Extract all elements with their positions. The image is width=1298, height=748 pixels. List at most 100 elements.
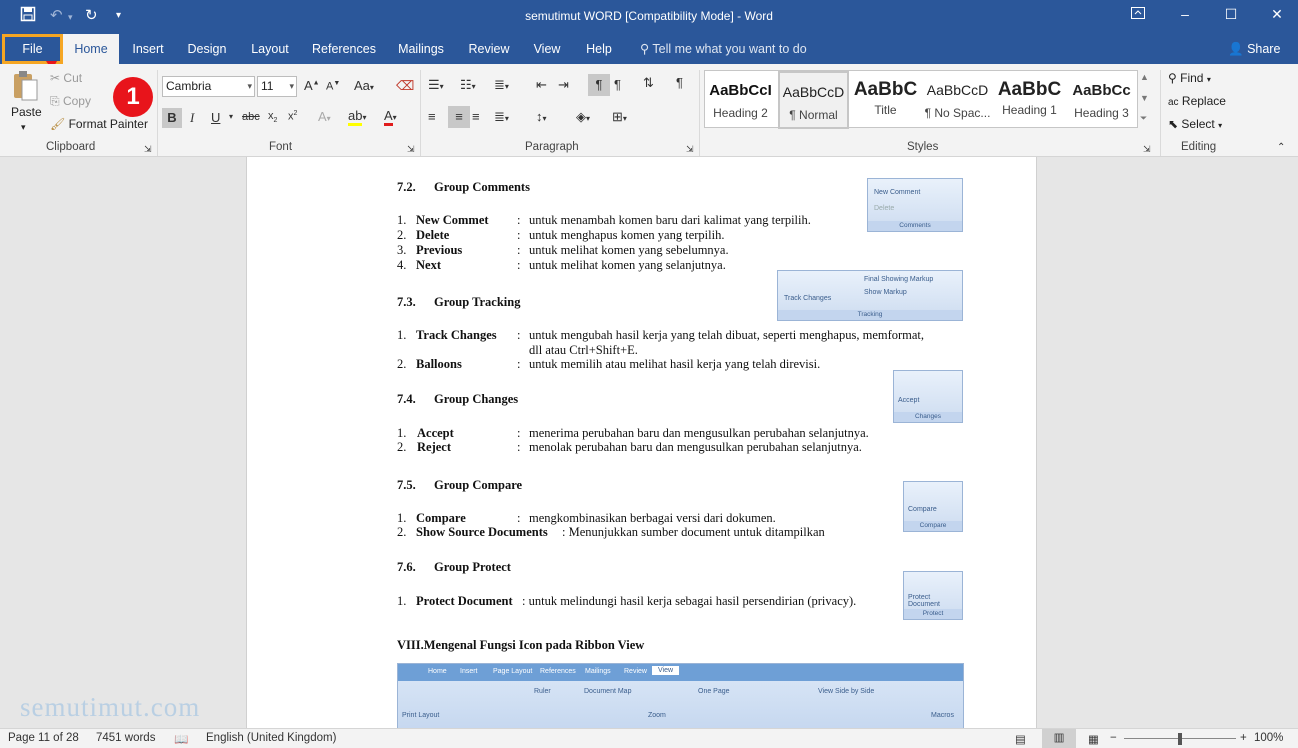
collapse-ribbon-icon[interactable]: ⌃ [1277, 142, 1285, 153]
page-count[interactable]: Page 11 of 28 [8, 732, 79, 744]
align-right-icon[interactable]: ≡ [472, 109, 480, 124]
styles-scroll-up-icon[interactable]: ▲ [1140, 72, 1149, 82]
clear-formatting-icon[interactable]: ⌫ [396, 78, 414, 94]
shrink-font-icon[interactable]: A▼ [326, 80, 340, 93]
thumb-caption: Protect [904, 609, 962, 619]
list-number: 1. [397, 328, 407, 342]
select-label: Select [1181, 117, 1215, 131]
style-preview: AaBbCcI [709, 82, 772, 99]
align-center-icon[interactable]: ≡ [448, 106, 470, 128]
select-dropdown-icon[interactable]: ▾ [1218, 121, 1222, 130]
word-count[interactable]: 7451 words [96, 732, 155, 744]
highlight-color-icon[interactable]: ab▾ [348, 108, 366, 126]
font-size-box[interactable]: 11 ▾ [257, 76, 297, 97]
list-number: 2. [397, 440, 407, 454]
ltr-icon[interactable]: ¶ [588, 74, 610, 96]
underline-dropdown-icon[interactable]: ▾ [229, 112, 233, 121]
font-size-dropdown-icon[interactable]: ▾ [289, 77, 294, 96]
style-preview: AaBbC [997, 79, 1062, 100]
web-layout-icon[interactable]: ▦ [1088, 732, 1099, 746]
group-separator [699, 70, 700, 156]
read-mode-icon[interactable]: ▤ [1015, 732, 1026, 746]
style-heading-3[interactable]: AaBbCc Heading 3 [1066, 71, 1137, 129]
list-number: 4. [397, 258, 407, 272]
thumb-tab: References [540, 668, 576, 675]
tab-help[interactable]: Help [577, 34, 621, 64]
tab-review[interactable]: Review [460, 34, 518, 64]
decrease-indent-icon[interactable]: ⇤ [536, 77, 547, 93]
maximize-icon[interactable]: ☐ [1221, 6, 1241, 23]
tab-mailings[interactable]: Mailings [390, 34, 452, 64]
bold-icon[interactable]: B [162, 108, 182, 128]
list-number: 1. [397, 426, 407, 440]
styles-more-icon[interactable]: ⏷ [1140, 113, 1147, 124]
tab-design[interactable]: Design [180, 34, 234, 64]
styles-scroll-down-icon[interactable]: ▼ [1140, 93, 1149, 103]
find-button[interactable]: ⚲ Find ▾ [1168, 71, 1211, 85]
paste-dropdown-icon[interactable]: ▾ [21, 122, 26, 133]
paste-icon[interactable] [10, 70, 40, 102]
underline-icon[interactable]: U [211, 110, 220, 125]
sort-icon[interactable]: ⇅ [643, 75, 654, 91]
line-spacing-icon[interactable]: ↕▾ [536, 109, 547, 124]
thumb-item: Accept [898, 397, 920, 404]
font-name-dropdown-icon[interactable]: ▾ [247, 77, 252, 96]
justify-icon[interactable]: ≣▾ [494, 109, 509, 125]
paste-button[interactable]: Paste [11, 105, 42, 119]
ribbon-display-options-icon[interactable] [1128, 6, 1148, 22]
multilevel-list-icon[interactable]: ≣▾ [494, 77, 509, 93]
font-name-box[interactable]: Cambria ▾ [162, 76, 255, 97]
shading-icon[interactable]: ◈▾ [576, 109, 590, 125]
style-preview: AaBbCcD [926, 82, 989, 98]
align-left-icon[interactable]: ≡ [428, 109, 436, 124]
borders-icon[interactable]: ⊞▾ [612, 109, 627, 125]
tab-insert[interactable]: Insert [122, 34, 174, 64]
italic-icon[interactable]: I [190, 110, 194, 126]
print-layout-icon[interactable]: ▥ [1042, 729, 1076, 748]
language[interactable]: English (United Kingdom) [206, 732, 336, 744]
superscript-icon[interactable]: x2 [288, 110, 297, 123]
find-dropdown-icon[interactable]: ▾ [1207, 75, 1211, 84]
format-painter-button[interactable]: 🖌 Format Painter [50, 117, 148, 131]
subscript-icon[interactable]: x2 [268, 110, 277, 124]
style-normal[interactable]: AaBbCcD ¶ Normal [778, 71, 849, 129]
zoom-level[interactable]: 100% [1254, 732, 1283, 744]
replace-button[interactable]: ac Replace [1168, 94, 1226, 108]
paragraph-launcher-icon[interactable]: ⇲ [686, 144, 694, 155]
zoom-in-icon[interactable]: + [1240, 732, 1247, 744]
proofing-icon[interactable]: 📖 [174, 732, 188, 746]
grow-font-icon[interactable]: A▲ [304, 78, 320, 93]
change-case-icon[interactable]: Aa▾ [354, 78, 374, 93]
text-effects-icon[interactable]: A▾ [318, 109, 331, 124]
zoom-slider-thumb[interactable] [1178, 733, 1182, 745]
style-title[interactable]: AaBbC Title [850, 71, 921, 129]
list-colon: : [517, 440, 521, 454]
select-button[interactable]: ⬉ Select ▾ [1168, 117, 1222, 131]
cut-button[interactable]: ✂ Cut [50, 71, 82, 85]
numbering-icon[interactable]: ☷▾ [460, 77, 476, 93]
style-heading-2[interactable]: AaBbCcI Heading 2 [705, 71, 776, 129]
font-launcher-icon[interactable]: ⇲ [407, 144, 415, 155]
style-name: Title [874, 103, 897, 117]
zoom-out-icon[interactable]: − [1110, 732, 1117, 744]
show-hide-icon[interactable]: ¶ [676, 75, 683, 90]
font-color-icon[interactable]: A▾ [384, 108, 397, 126]
increase-indent-icon[interactable]: ⇥ [558, 77, 569, 93]
close-icon[interactable]: ✕ [1267, 6, 1287, 23]
styles-launcher-icon[interactable]: ⇲ [1143, 144, 1151, 155]
clipboard-launcher-icon[interactable]: ⇲ [144, 144, 152, 155]
tab-layout[interactable]: Layout [242, 34, 298, 64]
document-page[interactable]: 7.2. Group Comments 1. New Commet : untu… [246, 157, 1037, 728]
style-no-spacing[interactable]: AaBbCcD ¶ No Spac... [922, 71, 993, 129]
style-name: ¶ Normal [789, 108, 838, 122]
copy-button[interactable]: ⎘ Copy [50, 94, 91, 109]
tab-references[interactable]: References [305, 34, 383, 64]
share-button[interactable]: 👤 Share [1228, 34, 1280, 64]
style-heading-1[interactable]: AaBbC Heading 1 [994, 71, 1065, 129]
rtl-icon[interactable]: ¶ [614, 77, 621, 92]
tell-me-box[interactable]: ⚲ Tell me what you want to do [640, 34, 807, 64]
minimize-icon[interactable]: – [1175, 6, 1195, 22]
strikethrough-icon[interactable]: abc [242, 111, 260, 123]
bullets-icon[interactable]: ☰▾ [428, 77, 444, 93]
tab-view[interactable]: View [525, 34, 569, 64]
